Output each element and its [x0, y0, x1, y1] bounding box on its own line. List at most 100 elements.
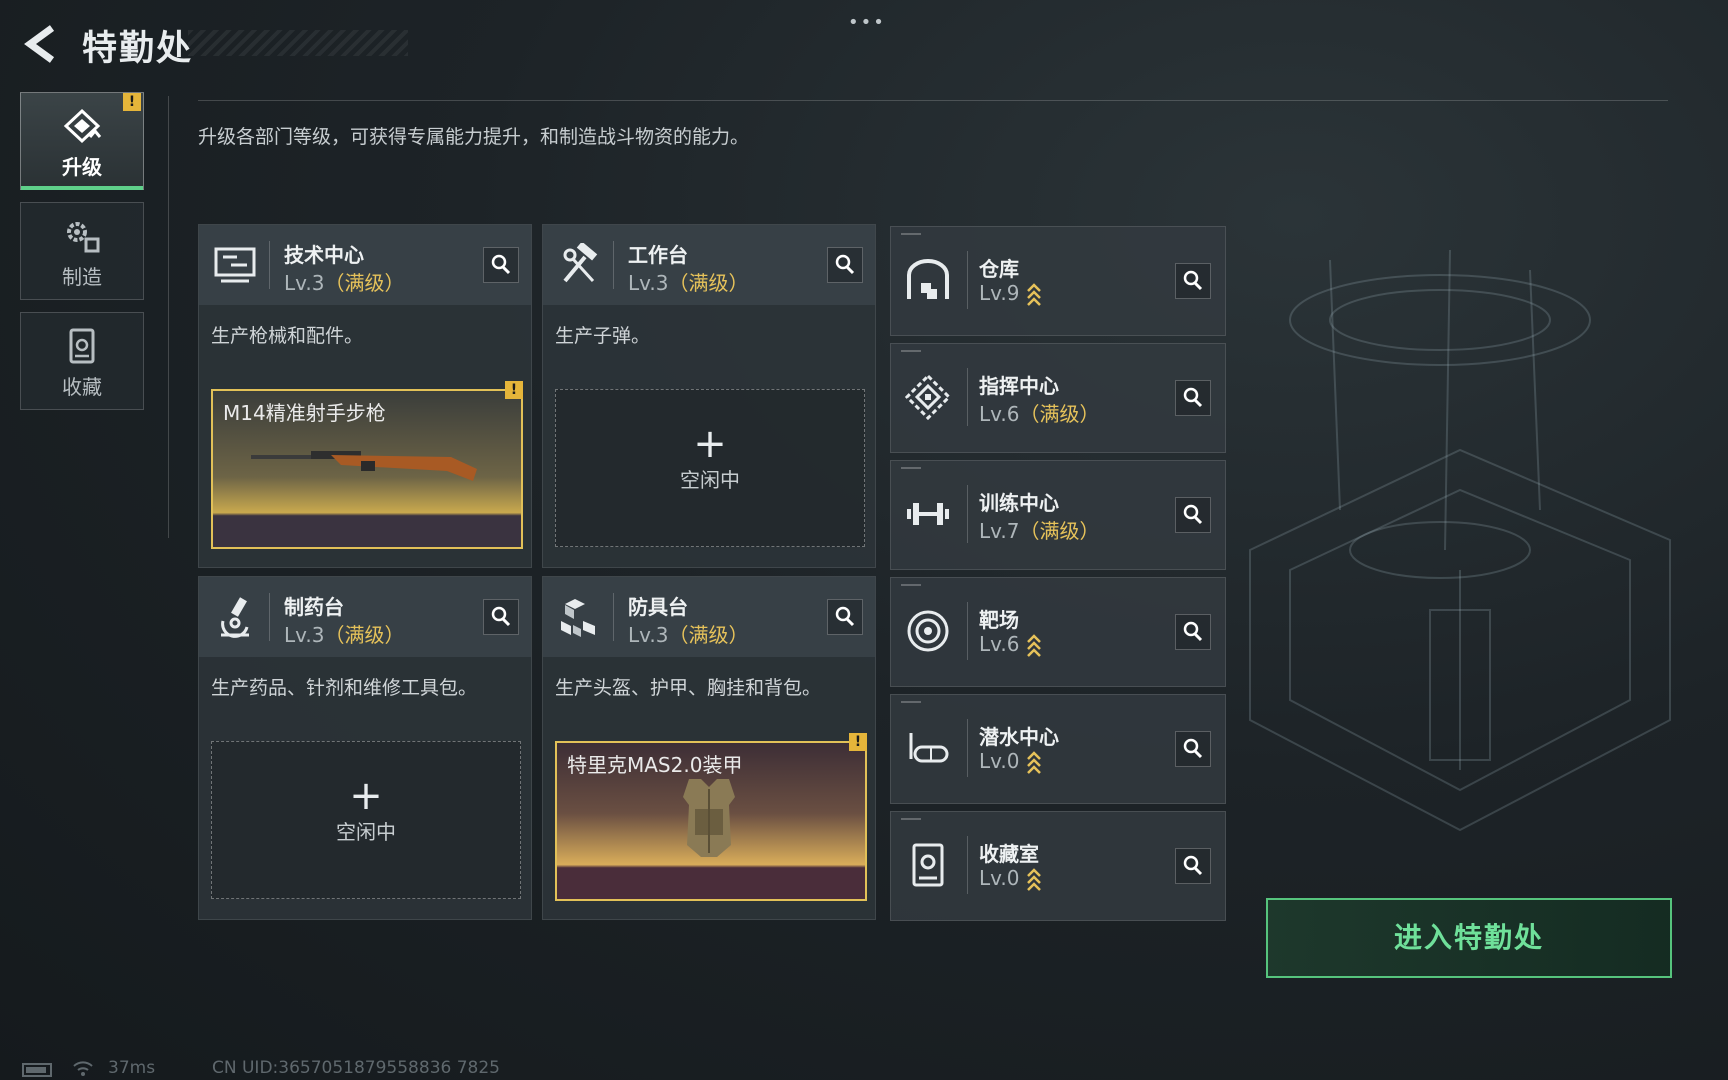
page-title: 特勤处 — [82, 29, 194, 69]
facility-level: Lv.7（满级） — [979, 515, 1100, 544]
facility-level: Lv.9 — [979, 281, 1042, 307]
facility-level: Lv.0 — [979, 749, 1042, 775]
facility-level: Lv.6 — [979, 632, 1042, 658]
rifle-image — [251, 451, 477, 481]
facility-name: 技术中心 — [284, 243, 364, 267]
facility-level: Lv.3（满级） — [628, 619, 749, 648]
level-value: Lv.3 — [628, 271, 669, 295]
divider — [967, 251, 968, 309]
facility-name: 收藏室 — [979, 842, 1039, 866]
facility-row-warehouse[interactable]: 仓库 Lv.9 — [890, 226, 1226, 336]
level-value: Lv.7 — [979, 519, 1020, 543]
facility-row-command-center[interactable]: 指挥中心 Lv.6（满级） — [890, 343, 1226, 453]
base-wireframe-illustration — [1249, 250, 1671, 832]
search-icon — [1183, 855, 1203, 876]
tab-upgrade[interactable]: 升级 ! — [20, 92, 144, 190]
alert-badge: ! — [505, 381, 523, 399]
dumbbell-icon — [907, 503, 949, 525]
facility-level: Lv.3（满级） — [284, 619, 405, 648]
facility-level: Lv.3（满级） — [628, 267, 749, 296]
divider — [967, 368, 968, 426]
max-level-tag: （满级） — [324, 623, 405, 647]
tab-collection[interactable]: 收藏 — [20, 312, 144, 410]
tab-label: 升级 — [62, 155, 102, 179]
divider — [967, 719, 968, 777]
slot-status: 空闲中 — [336, 820, 396, 844]
computer-icon — [214, 247, 256, 283]
level-value: Lv.3 — [284, 271, 325, 295]
collection-room-icon — [912, 843, 944, 887]
facility-level: Lv.6（满级） — [979, 398, 1100, 427]
facility-card-armor-bench: 防具台 Lv.3（满级） 生产头盔、护甲、胸挂和背包。 特里克MAS2.0装甲 … — [542, 576, 876, 920]
inspect-button[interactable] — [1175, 380, 1211, 416]
inspect-button[interactable] — [1175, 731, 1211, 767]
facility-row-shooting-range[interactable]: 靶场 Lv.6 — [890, 577, 1226, 687]
item-name: M14精准射手步枪 — [223, 401, 386, 425]
inspect-button[interactable] — [1175, 614, 1211, 650]
facility-card-pharmacy: 制药台 Lv.3（满级） 生产药品、针剂和维修工具包。 + 空闲中 — [198, 576, 532, 920]
search-icon — [1183, 621, 1203, 642]
upgrade-available-icon — [1026, 867, 1041, 891]
wifi-icon — [73, 1061, 93, 1076]
decoration — [901, 350, 921, 352]
facility-card-tech-center: 技术中心 Lv.3（满级） 生产枪械和配件。 M14精准射手步枪 ! — [198, 224, 532, 568]
facility-row-diving-center[interactable]: 潜水中心 Lv.0 — [890, 694, 1226, 804]
inspect-button[interactable] — [1175, 263, 1211, 299]
search-icon — [491, 606, 511, 627]
inspect-button[interactable] — [827, 247, 863, 283]
upgrade-available-icon — [1026, 750, 1041, 774]
level-value: Lv.0 — [979, 749, 1020, 773]
slot-status: 空闲中 — [680, 468, 740, 492]
divider — [967, 836, 968, 894]
max-level-tag: （满级） — [1019, 402, 1100, 426]
divider — [967, 602, 968, 660]
divider — [613, 241, 614, 289]
tab-craft[interactable]: 制造 — [20, 202, 144, 300]
more-menu-icon[interactable]: ••• — [848, 12, 886, 33]
inspect-button[interactable] — [483, 599, 519, 635]
active-indicator — [21, 186, 143, 190]
tools-icon — [563, 243, 598, 283]
tab-label: 收藏 — [62, 375, 102, 399]
alert-badge: ! — [123, 93, 141, 111]
command-center-icon — [905, 374, 951, 420]
decoration — [901, 233, 921, 235]
decoration — [901, 467, 921, 469]
facility-card-workbench: 工作台 Lv.3（满级） 生产子弹。 + 空闲中 — [542, 224, 876, 568]
facility-row-training-center[interactable]: 训练中心 Lv.7（满级） — [890, 460, 1226, 570]
facility-name: 工作台 — [628, 243, 688, 267]
decoration — [901, 818, 921, 820]
armor-vest-image — [683, 779, 735, 857]
inspect-button[interactable] — [827, 599, 863, 635]
inspect-button[interactable] — [1175, 848, 1211, 884]
microscope-icon — [221, 597, 249, 638]
alert-badge: ! — [849, 733, 867, 751]
warehouse-icon — [907, 259, 949, 299]
divider — [269, 593, 270, 641]
max-level-tag: （满级） — [668, 623, 749, 647]
page-description: 升级各部门等级，可获得专属能力提升，和制造战斗物资的能力。 — [198, 126, 750, 148]
production-slot[interactable]: M14精准射手步枪 ! — [211, 381, 523, 549]
facility-name: 制药台 — [284, 595, 344, 619]
divider — [613, 593, 614, 641]
production-slot[interactable]: 特里克MAS2.0装甲 ! — [555, 733, 867, 901]
max-level-tag: （满级） — [668, 271, 749, 295]
inspect-button[interactable] — [1175, 497, 1211, 533]
facility-row-collection-room[interactable]: 收藏室 Lv.0 — [890, 811, 1226, 921]
max-level-tag: （满级） — [1019, 519, 1100, 543]
enter-special-ops-button[interactable]: 进入特勤处 — [1266, 898, 1672, 978]
production-slot-empty[interactable]: + 空闲中 — [555, 389, 865, 547]
search-icon — [1183, 270, 1203, 291]
ping-indicator: 37ms — [108, 1058, 156, 1078]
inspect-button[interactable] — [483, 247, 519, 283]
facility-level: Lv.0 — [979, 866, 1042, 892]
level-value: Lv.3 — [628, 623, 669, 647]
cubes-icon — [561, 599, 595, 637]
level-value: Lv.0 — [979, 866, 1020, 890]
battery-icon — [22, 1063, 52, 1077]
item-name: 特里克MAS2.0装甲 — [567, 753, 743, 777]
title-decoration — [188, 30, 408, 56]
upgrade-available-icon — [1026, 633, 1041, 657]
production-slot-empty[interactable]: + 空闲中 — [211, 741, 521, 899]
back-button[interactable] — [18, 22, 64, 66]
